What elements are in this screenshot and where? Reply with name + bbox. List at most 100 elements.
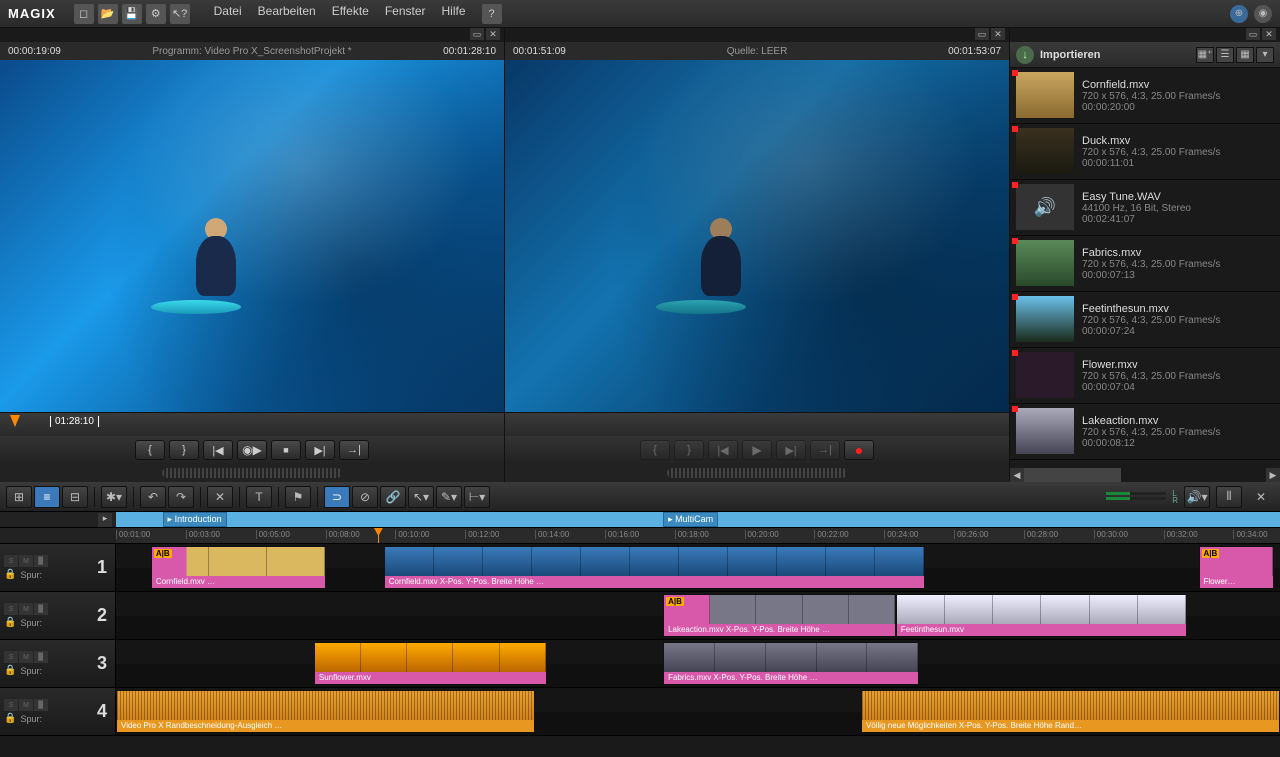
- media-meta: 720 x 576, 4:3, 25.00 Frames/s: [1082, 371, 1220, 382]
- goto-end-icon[interactable]: ▶|: [776, 440, 806, 460]
- media-thumb: [1016, 408, 1074, 454]
- track-header[interactable]: SM▉ 🔒Spur: 2: [0, 592, 116, 639]
- clip[interactable]: A|BFlower…: [1199, 546, 1275, 589]
- web-icon[interactable]: ⊕: [1230, 5, 1248, 23]
- mark-out-icon[interactable]: }: [674, 440, 704, 460]
- source-scrub[interactable]: [505, 412, 1009, 436]
- undo-icon[interactable]: ↶: [140, 486, 166, 508]
- close-icon[interactable]: ✕: [486, 28, 500, 40]
- mediapool-hscroll[interactable]: ◀▶: [1010, 468, 1280, 482]
- close-icon[interactable]: ✕: [1262, 28, 1276, 40]
- program-scrub[interactable]: 01:28:10: [0, 412, 504, 436]
- help-cursor-icon[interactable]: ↖?: [170, 4, 190, 24]
- mark-out-icon[interactable]: }: [169, 440, 199, 460]
- timeline-overview[interactable]: 01:28:10 ▸ Introduction▸ MultiCam: [116, 512, 1280, 527]
- mixer-icon[interactable]: ⫴: [1216, 486, 1242, 508]
- lock-icon[interactable]: 🔒: [4, 713, 16, 724]
- view-list-icon[interactable]: ☰: [1216, 47, 1234, 63]
- media-item[interactable]: Duck.mxv 720 x 576, 4:3, 25.00 Frames/s …: [1010, 124, 1280, 180]
- goto-end-icon[interactable]: ▶|: [305, 440, 335, 460]
- media-item[interactable]: Lakeaction.mxv 720 x 576, 4:3, 25.00 Fra…: [1010, 404, 1280, 460]
- clip[interactable]: Sunflower.mxv: [314, 642, 547, 685]
- track-body[interactable]: A|BLakeaction.mxv X-Pos. Y-Pos. Breite H…: [116, 592, 1280, 639]
- play-icon[interactable]: ◉▶: [237, 440, 267, 460]
- ruler-tick: 00:03:00: [186, 530, 220, 539]
- volume-icon[interactable]: 🔊▾: [1184, 486, 1210, 508]
- overview-marker[interactable]: ▸ Introduction: [163, 512, 227, 527]
- lock-icon[interactable]: 🔒: [4, 569, 16, 580]
- delete-icon[interactable]: ✕: [207, 486, 233, 508]
- open-icon[interactable]: 📂: [98, 4, 118, 24]
- track-body[interactable]: Video Pro X Randbeschneidung-Ausgleich ……: [116, 688, 1280, 735]
- overview-marker[interactable]: ▸ MultiCam: [663, 512, 718, 527]
- track-body[interactable]: A|BCornfield.mxv … Cornfield.mxv X-Pos. Y…: [116, 544, 1280, 591]
- mode2-icon[interactable]: ≡: [34, 486, 60, 508]
- playhead[interactable]: [378, 528, 379, 543]
- media-item[interactable]: 🔊 Easy Tune.WAV 44100 Hz, 16 Bit, Stereo…: [1010, 180, 1280, 236]
- undock-icon[interactable]: ▭: [975, 28, 989, 40]
- tutorial-icon[interactable]: ?: [482, 4, 502, 24]
- options-icon[interactable]: ▾: [1256, 47, 1274, 63]
- marker-icon[interactable]: ⚑: [285, 486, 311, 508]
- clip[interactable]: Völlig neue Möglichkeiten X-Pos. Y-Pos. …: [861, 690, 1280, 733]
- menu-effekte[interactable]: Effekte: [332, 4, 369, 24]
- undock-icon[interactable]: ▭: [1246, 28, 1260, 40]
- media-item[interactable]: Feetinthesun.mxv 720 x 576, 4:3, 25.00 F…: [1010, 292, 1280, 348]
- play-icon[interactable]: ▶: [742, 440, 772, 460]
- track-body[interactable]: Sunflower.mxv Fabrics.mxv X-Pos. Y-Pos. B…: [116, 640, 1280, 687]
- clip[interactable]: Video Pro X Randbeschneidung-Ausgleich …: [116, 690, 535, 733]
- clip[interactable]: A|BCornfield.mxv …: [151, 546, 326, 589]
- clip[interactable]: Feetinthesun.mxv: [896, 594, 1187, 637]
- source-preview[interactable]: [505, 60, 1009, 412]
- view-grid-icon[interactable]: ▦: [1236, 47, 1254, 63]
- disc-icon[interactable]: ◉: [1254, 5, 1272, 23]
- mark-in-icon[interactable]: {: [640, 440, 670, 460]
- clip[interactable]: A|BLakeaction.mxv X-Pos. Y-Pos. Breite H…: [663, 594, 896, 637]
- new-icon[interactable]: ◻: [74, 4, 94, 24]
- title-icon[interactable]: T: [246, 486, 272, 508]
- mark-in-icon[interactable]: {: [135, 440, 165, 460]
- reel-icon[interactable]: ✱▾: [101, 486, 127, 508]
- mode1-icon[interactable]: ⊞: [6, 486, 32, 508]
- stop-icon[interactable]: ■: [271, 440, 301, 460]
- lock-icon[interactable]: 🔒: [4, 617, 16, 628]
- media-item[interactable]: Flower.mxv 720 x 576, 4:3, 25.00 Frames/…: [1010, 348, 1280, 404]
- redo-icon[interactable]: ↷: [168, 486, 194, 508]
- mode3-icon[interactable]: ⊟: [62, 486, 88, 508]
- overview-toggle-icon[interactable]: ▸: [98, 513, 112, 527]
- menu-bearbeiten[interactable]: Bearbeiten: [258, 4, 316, 24]
- lock-icon[interactable]: 🔒: [4, 665, 16, 676]
- goto-start-icon[interactable]: |◀: [203, 440, 233, 460]
- link-icon[interactable]: 🔗: [380, 486, 406, 508]
- settings-icon[interactable]: ⚙: [146, 4, 166, 24]
- jog-wheel[interactable]: [162, 468, 342, 478]
- edit-mode-icon[interactable]: ✎▾: [436, 486, 462, 508]
- close-icon[interactable]: ✕: [991, 28, 1005, 40]
- track-header[interactable]: SM▉ 🔒Spur: 1: [0, 544, 116, 591]
- next-icon[interactable]: →|: [339, 440, 369, 460]
- menu-fenster[interactable]: Fenster: [385, 4, 426, 24]
- media-item[interactable]: Fabrics.mxv 720 x 576, 4:3, 25.00 Frames…: [1010, 236, 1280, 292]
- track-header[interactable]: SM▉ 🔒Spur: 3: [0, 640, 116, 687]
- mouse-mode-icon[interactable]: ↖▾: [408, 486, 434, 508]
- snap-icon[interactable]: ⊃: [324, 486, 350, 508]
- close-icon[interactable]: ✕: [1248, 486, 1274, 508]
- group-icon[interactable]: ⊘: [352, 486, 378, 508]
- menu-datei[interactable]: Datei: [214, 4, 242, 24]
- add-media-icon[interactable]: ▦⁺: [1196, 47, 1214, 63]
- jog-wheel[interactable]: [667, 468, 847, 478]
- clip[interactable]: Fabrics.mxv X-Pos. Y-Pos. Breite Höhe …: [663, 642, 919, 685]
- program-preview[interactable]: [0, 60, 504, 412]
- record-icon[interactable]: ●: [844, 440, 874, 460]
- save-icon[interactable]: 💾: [122, 4, 142, 24]
- timeline-ruler[interactable]: 00:01:0000:03:0000:05:0000:08:0000:10:00…: [116, 528, 1280, 543]
- next-icon[interactable]: →|: [810, 440, 840, 460]
- track-header[interactable]: SM▉ 🔒Spur: 4: [0, 688, 116, 735]
- menu-hilfe[interactable]: Hilfe: [442, 4, 466, 24]
- goto-start-icon[interactable]: |◀: [708, 440, 738, 460]
- insert-mode-icon[interactable]: ⊢▾: [464, 486, 490, 508]
- import-icon[interactable]: ↓: [1016, 46, 1034, 64]
- undock-icon[interactable]: ▭: [470, 28, 484, 40]
- media-item[interactable]: Cornfield.mxv 720 x 576, 4:3, 25.00 Fram…: [1010, 68, 1280, 124]
- clip[interactable]: Cornfield.mxv X-Pos. Y-Pos. Breite Höhe …: [384, 546, 925, 589]
